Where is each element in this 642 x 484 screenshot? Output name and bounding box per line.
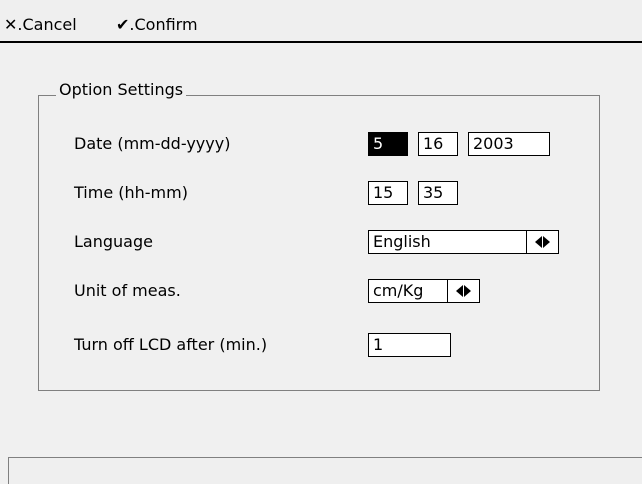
close-icon: ✕ [4,15,18,34]
lcd-timeout-label: Turn off LCD after (min.) [74,335,268,354]
time-minute-field[interactable]: 35 [418,181,458,205]
date-label: Date (mm-dd-yyyy) [74,134,231,153]
left-right-arrows-icon[interactable] [447,280,479,302]
unit-spinner[interactable]: cm/Kg [368,279,480,303]
language-spinner[interactable]: English [368,230,559,254]
confirm-menu-button[interactable]: ✔.Confirm [116,14,198,36]
status-bar [8,457,642,484]
time-hour-field[interactable]: 15 [368,181,408,205]
confirm-label: .Confirm [129,15,198,34]
lcd-timeout-field[interactable]: 1 [368,333,451,357]
time-label: Time (hh-mm) [74,183,188,202]
cancel-menu-button[interactable]: ✕.Cancel [4,14,77,36]
group-title: Option Settings [56,79,187,101]
checkmark-icon: ✔ [116,15,130,34]
language-value: English [373,232,431,251]
left-right-arrows-icon[interactable] [526,231,558,253]
date-day-field[interactable]: 16 [418,132,458,156]
date-month-field[interactable]: 5 [368,132,408,156]
unit-label: Unit of meas. [74,281,181,300]
unit-value: cm/Kg [373,281,424,300]
cancel-label: .Cancel [17,15,77,34]
date-year-field[interactable]: 2003 [468,132,550,156]
language-label: Language [74,232,153,251]
menu-bar: ✕.Cancel ✔.Confirm [0,0,642,43]
